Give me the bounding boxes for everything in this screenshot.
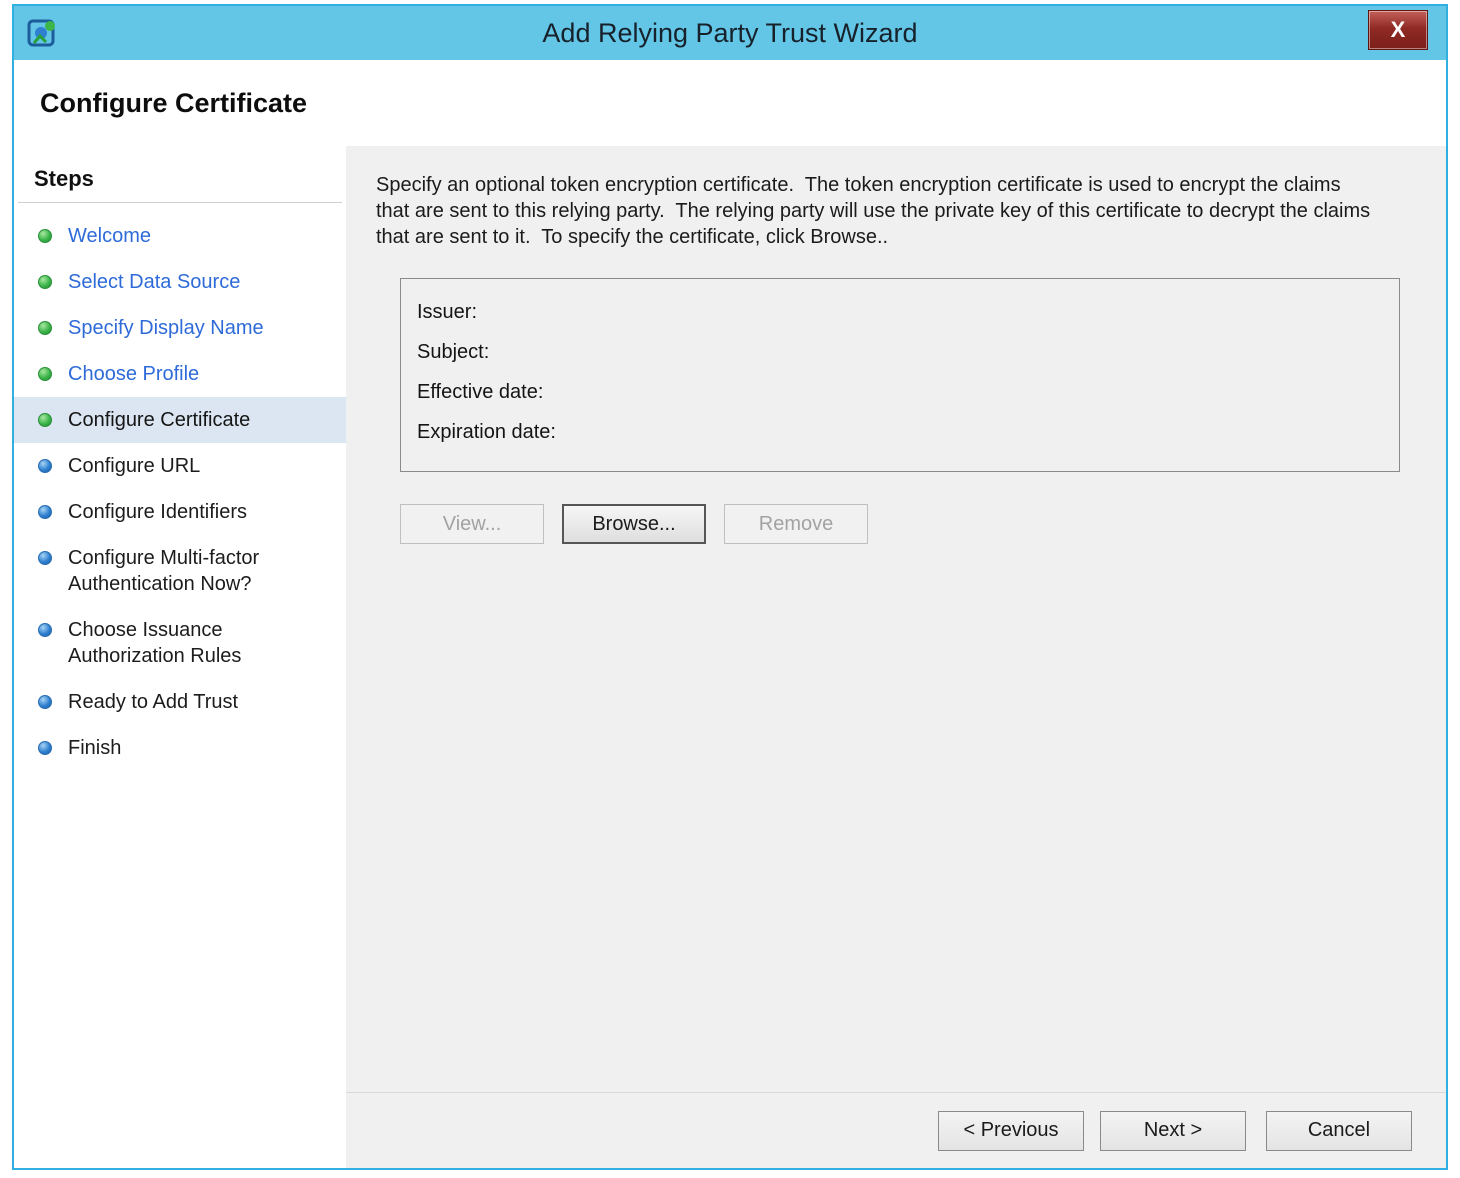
content-area: Specify an optional token encryption cer… [346,146,1446,1092]
step-item-configure-multi-factor-authentication-now: Configure Multi-factor Authentication No… [14,535,346,607]
step-label: Ready to Add Trust [68,691,239,713]
close-button[interactable]: X [1368,10,1428,50]
step-item-configure-certificate: Configure Certificate [14,397,346,443]
steps-list: Welcome Select Data Source Specify Display… [14,213,346,771]
page-header: Configure Certificate [14,60,1446,146]
certificate-buttons: View... Browse... Remove [400,504,1398,544]
next-button[interactable]: Next > [1100,1110,1246,1151]
step-label: Finish [68,737,122,759]
step-item-choose-issuance-authorization-rules: Choose Issuance Authorization Rules [14,607,346,679]
step-complete-bullet-icon [38,275,52,289]
step-label: Choose Issuance Authorization Rules [68,619,242,667]
step-pending-bullet-icon [38,551,52,565]
step-item-configure-url: Configure URL [14,443,346,489]
step-pending-bullet-icon [38,505,52,519]
step-item-select-data-source[interactable]: Select Data Source [14,259,346,305]
step-item-ready-to-add-trust: Ready to Add Trust [14,679,346,725]
window-title: Add Relying Party Trust Wizard [542,18,918,48]
steps-sidebar: Steps Welcome Select Data Source Specify D… [14,146,346,1168]
page-title: Configure Certificate [40,87,308,118]
step-label: Specify Display Name [68,317,264,339]
certificate-field-subject: Subject: [417,341,490,363]
step-label: Welcome [68,225,151,247]
view-button[interactable]: View... [400,504,544,544]
step-pending-bullet-icon [38,623,52,637]
step-pending-bullet-icon [38,741,52,755]
step-complete-bullet-icon [38,321,52,335]
step-item-welcome[interactable]: Welcome [14,213,346,259]
step-description: Specify an optional token encryption cer… [376,174,1376,248]
previous-button[interactable]: < Previous [938,1110,1084,1151]
certificate-field-issuer: Issuer: [417,301,478,323]
step-pending-bullet-icon [38,695,52,709]
step-item-configure-identifiers: Configure Identifiers [14,489,346,535]
step-complete-bullet-icon [38,229,52,243]
step-item-finish: Finish [14,725,346,771]
step-label: Configure Certificate [68,409,251,431]
step-label: Configure Multi-factor Authentication No… [68,547,260,595]
step-pending-bullet-icon [38,459,52,473]
certificate-field-expiration-date: Expiration date: [417,421,556,443]
title-bar: Add Relying Party Trust Wizard X [14,6,1446,60]
steps-title: Steps [34,166,94,191]
step-complete-bullet-icon [38,413,52,427]
step-label: Configure Identifiers [68,501,247,523]
step-label: Configure URL [68,455,201,477]
step-complete-bullet-icon [38,367,52,381]
certificate-field-effective-date: Effective date: [417,381,544,403]
wizard-footer: < Previous Next > Cancel [346,1092,1446,1168]
wizard-window: Add Relying Party Trust Wizard X Configu… [12,4,1448,1170]
browse-button[interactable]: Browse... [562,504,706,544]
cancel-button[interactable]: Cancel [1266,1110,1412,1151]
step-item-choose-profile[interactable]: Choose Profile [14,351,346,397]
step-label: Select Data Source [68,271,241,293]
certificate-info-box: Issuer: Subject: Effective date: Expiration… [400,278,1400,472]
step-label: Choose Profile [68,363,200,385]
step-item-specify-display-name[interactable]: Specify Display Name [14,305,346,351]
steps-divider [18,202,342,203]
remove-button[interactable]: Remove [724,504,868,544]
